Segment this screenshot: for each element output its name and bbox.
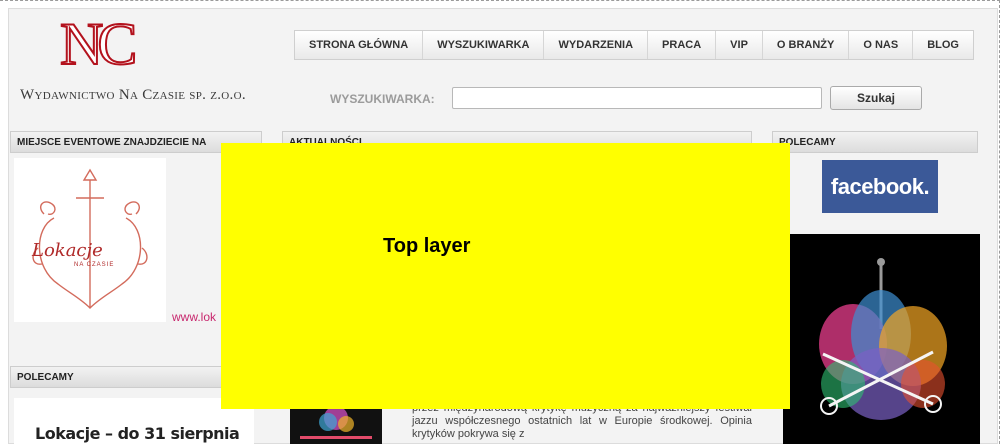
news-thumbnail-image	[300, 406, 372, 439]
jazz-poster[interactable]	[783, 234, 980, 444]
nav-item-events[interactable]: WYDARZENIA	[544, 31, 649, 59]
lokacje-logo[interactable]: Lokacje NA CZASIE	[14, 158, 166, 322]
logo-mark[interactable]: NC	[59, 13, 138, 75]
nav-item-jobs[interactable]: PRACA	[648, 31, 717, 59]
main-nav: STRONA GŁÓWNA WYSZUKIWARKA WYDARZENIA PR…	[294, 30, 974, 60]
logo-text[interactable]: Wydawnictwo Na Czasie sp. z.o.o.	[20, 87, 246, 104]
nav-item-home[interactable]: STRONA GŁÓWNA	[295, 31, 424, 59]
lokacje-logo-subtext: NA CZASIE	[74, 262, 115, 268]
top-layer-overlay[interactable]: Top layer	[221, 143, 790, 409]
nav-item-search[interactable]: WYSZUKIWARKA	[423, 31, 545, 59]
search-input[interactable]	[452, 87, 822, 109]
lokacje-logo-text: Lokacje	[32, 240, 103, 261]
promo-banner-text: Lokacje – do 31 sierpnia	[35, 424, 240, 443]
facebook-banner[interactable]: facebook.	[822, 160, 938, 213]
right-section-header: POLECAMY	[772, 131, 978, 153]
nav-item-vip[interactable]: VIP	[716, 31, 763, 59]
news-thumbnail[interactable]	[290, 404, 382, 444]
lokacje-site-link[interactable]: www.lok	[172, 310, 216, 324]
nav-item-about[interactable]: O NAS	[849, 31, 914, 59]
search-label: WYSZUKIWARKA:	[330, 92, 435, 106]
search-button[interactable]: Szukaj	[830, 86, 922, 110]
top-layer-title: Top layer	[383, 235, 471, 257]
nav-item-blog[interactable]: BLOG	[913, 31, 973, 59]
nav-item-industry[interactable]: O BRANŻY	[763, 31, 850, 59]
jazz-poster-image	[819, 258, 947, 420]
